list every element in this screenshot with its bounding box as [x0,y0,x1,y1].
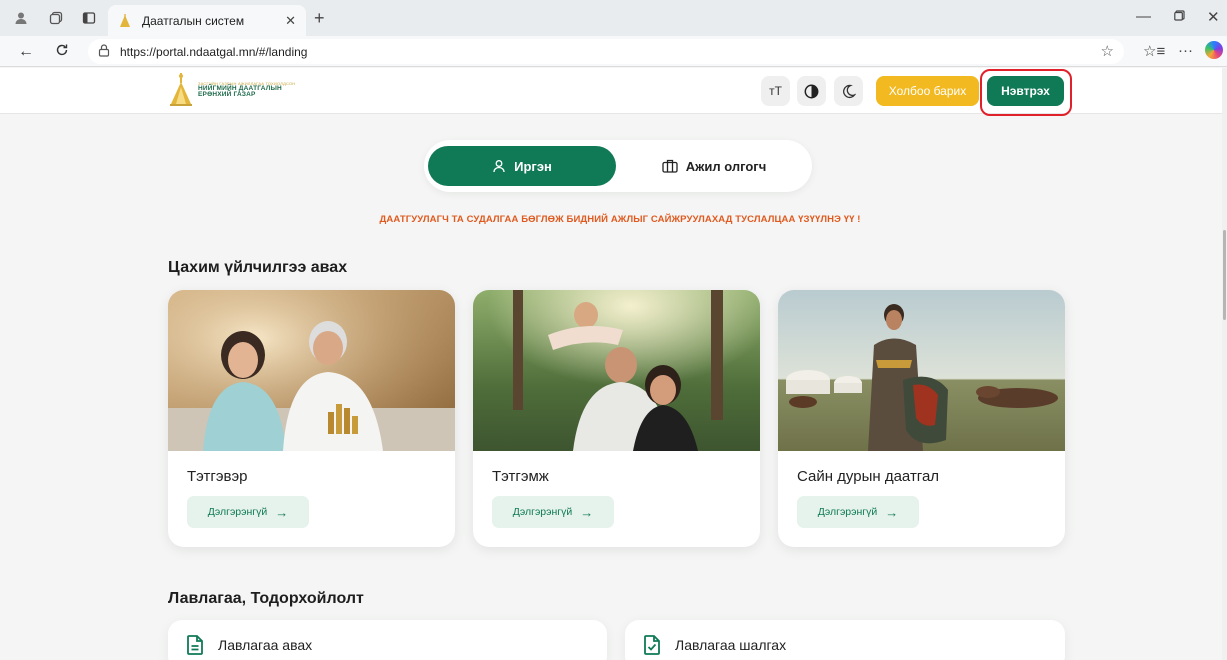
site-favicon-icon [120,13,130,27]
browser-tab-bar: Даатгалын систем ✕ + — ✕ [0,0,1227,36]
survey-notice-link[interactable]: ДААТГУУЛАГЧ ТА СУДАЛГАА БӨГЛӨЖ БИДНИЙ АЖ… [0,214,1222,225]
contact-button[interactable]: Холбоо барих [876,76,979,106]
browser-tab[interactable]: Даатгалын систем ✕ [108,5,306,36]
profile-icon[interactable] [12,9,30,27]
user-icon [492,159,506,173]
details-button-label: Дэлгэрэнгүй [817,506,878,518]
url-text: https://portal.ndaatgal.mn/#/landing [120,44,308,59]
details-button-label: Дэлгэрэнгүй [207,506,268,518]
login-button-label: Нэвтрэх [1001,84,1050,98]
copilot-icon[interactable] [1205,41,1223,59]
tab-actions-icon[interactable] [80,9,98,27]
tab-citizen[interactable]: Иргэн [428,146,616,186]
get-reference-card[interactable]: Лавлагаа авах [168,620,607,660]
check-reference-label: Лавлагаа шалгах [675,637,787,653]
details-button[interactable]: Дэлгэрэнгүй → [797,496,919,528]
login-button[interactable]: Нэвтрэх [987,76,1064,106]
tab-employer-label: Ажил олгогч [685,158,767,174]
tab-citizen-label: Иргэн [514,158,552,174]
new-tab-icon[interactable]: + [314,8,325,29]
details-button-label: Дэлгэрэнгүй [512,506,573,518]
pension-image [168,290,455,451]
benefit-image [473,290,760,451]
document-check-icon [643,635,661,655]
restore-icon[interactable] [1174,8,1185,25]
service-card-voluntary-insurance[interactable]: Сайн дурын даатгал Дэлгэрэнгүй → [778,290,1065,547]
logo-emblem-icon [170,73,192,106]
voluntary-insurance-image [778,290,1065,451]
user-type-switcher: Иргэн Ажил олгогч [424,140,812,192]
minimize-icon[interactable]: — [1136,8,1151,25]
font-size-label: тТ [769,84,782,98]
card-title: Тэтгэвэр [187,468,248,485]
details-button[interactable]: Дэлгэрэнгүй → [187,496,309,528]
close-tab-icon[interactable]: ✕ [285,13,296,29]
contrast-icon [804,84,819,98]
document-icon [186,635,204,655]
site-logo[interactable]: ЗАСГИЙН ГАЗРЫН АЖИЛЛАГАА ТОХИОЛДСОН НИЙГ… [168,73,295,107]
references-section-title: Лавлагаа, Тодорхойлолт [168,590,364,607]
contrast-button[interactable] [797,76,826,106]
refresh-icon[interactable] [55,43,69,62]
check-reference-card[interactable]: Лавлагаа шалгах [625,620,1065,660]
dark-mode-button[interactable] [834,76,863,106]
favorite-star-icon[interactable]: ☆ [1101,42,1114,60]
scrollbar-track[interactable] [1222,68,1227,660]
site-header: ЗАСГИЙН ГАЗРЫН АЖИЛЛАГАА ТОХИОЛДСОН НИЙГ… [0,68,1222,116]
card-title: Сайн дурын даатгал [797,468,940,485]
services-section-title: Цахим үйлчилгээ авах [168,259,348,276]
arrow-right-icon: → [580,504,594,520]
address-bar: ← https://portal.ndaatgal.mn/#/landing ☆… [0,36,1227,67]
card-title: Тэтгэмж [492,468,549,485]
scrollbar-thumb[interactable] [1223,230,1226,320]
logo-line-2: ЕРӨНХИЙ ГАЗАР [198,91,256,98]
url-field[interactable]: https://portal.ndaatgal.mn/#/landing ☆ [88,39,1124,64]
briefcase-icon [662,159,678,173]
more-options-icon[interactable]: ··· [1178,42,1193,59]
font-size-button[interactable]: тТ [761,76,790,106]
service-card-pension[interactable]: Тэтгэвэр Дэлгэрэнгүй → [168,290,455,547]
close-window-icon[interactable]: ✕ [1207,8,1220,26]
favorites-list-icon[interactable]: ☆≡ [1143,42,1165,60]
tab-employer[interactable]: Ажил олгогч [622,146,806,186]
get-reference-label: Лавлагаа авах [218,637,313,653]
site-info-icon[interactable] [98,43,112,60]
workspaces-icon[interactable] [47,9,65,27]
moon-icon [843,84,856,98]
contact-button-label: Холбоо барих [888,84,967,98]
tab-title: Даатгалын систем [142,13,245,28]
arrow-right-icon: → [885,504,899,520]
arrow-right-icon: → [275,504,289,520]
service-card-benefit[interactable]: Тэтгэмж Дэлгэрэнгүй → [473,290,760,547]
details-button[interactable]: Дэлгэрэнгүй → [492,496,614,528]
page: ЗАСГИЙН ГАЗРЫН АЖИЛЛАГАА ТОХИОЛДСОН НИЙГ… [0,68,1222,660]
back-icon[interactable]: ← [18,43,34,61]
